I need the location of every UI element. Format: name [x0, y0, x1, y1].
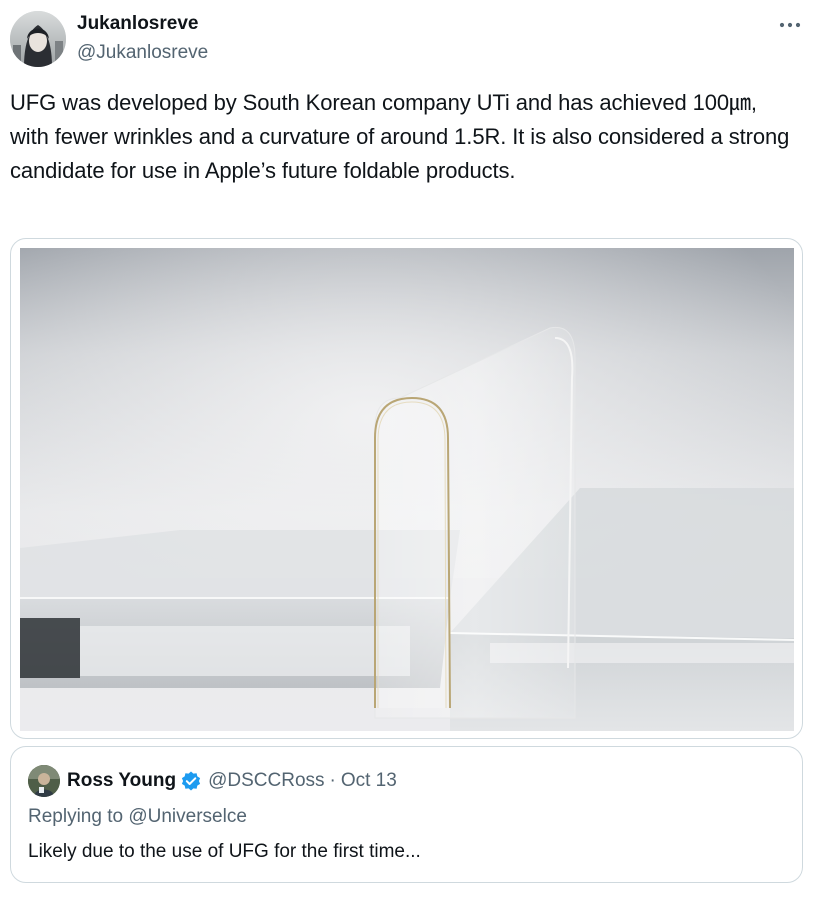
quote-header: Ross Young @DSCCRoss · Oct 13 [67, 768, 397, 794]
quote-author-handle[interactable]: @DSCCRoss [208, 768, 324, 794]
replying-to-handle[interactable]: @Universelce [128, 806, 247, 827]
author-handle[interactable]: @Jukanlosreve [77, 41, 208, 65]
replying-to-prefix: Replying to [28, 806, 124, 827]
media-card[interactable] [10, 238, 803, 739]
separator-dot: · [329, 770, 336, 791]
quoted-tweet[interactable]: Ross Young @DSCCRoss · Oct 13 Replying t… [10, 746, 803, 883]
tweet-text: UFG was developed by South Korean compan… [10, 90, 790, 183]
author-avatar[interactable] [10, 11, 66, 67]
quote-author-name[interactable]: Ross Young [67, 768, 176, 794]
quote-author-avatar[interactable] [28, 765, 60, 797]
verified-badge-icon [180, 770, 202, 792]
quote-date[interactable]: Oct 13 [341, 768, 397, 794]
quote-text: Likely due to the use of UFG for the fir… [28, 841, 421, 862]
tweet: Jukanlosreve @Jukanlosreve UFG was devel… [0, 0, 813, 899]
replying-to-line: Replying to @Universelce [28, 804, 247, 830]
author-display-name[interactable]: Jukanlosreve [77, 12, 198, 36]
more-options-button[interactable] [776, 14, 804, 36]
more-horizontal-icon [778, 16, 802, 34]
photo-glass-fold-icon[interactable] [20, 248, 794, 731]
